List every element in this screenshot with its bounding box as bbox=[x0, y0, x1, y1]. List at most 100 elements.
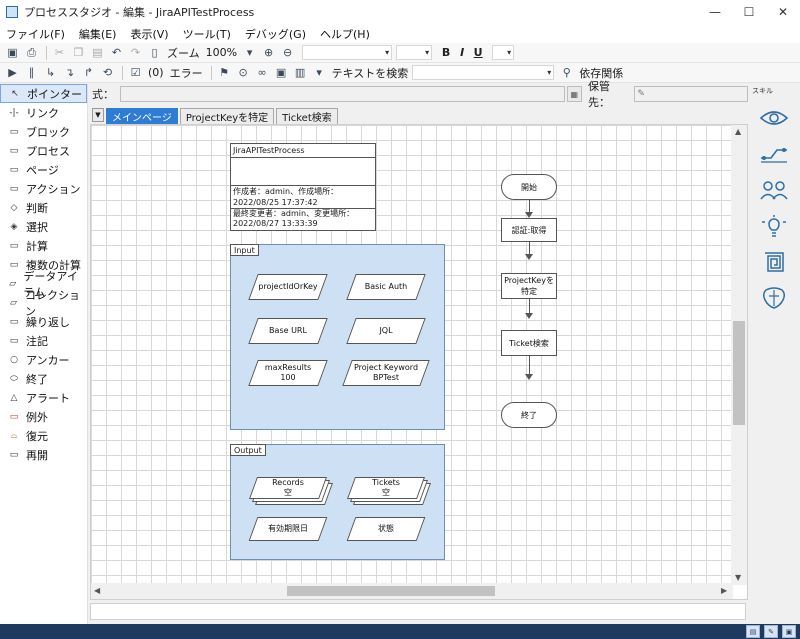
tool-pointer[interactable]: ↖ ポインター bbox=[0, 84, 87, 103]
flow-step-project-key[interactable]: ProjectKeyを特定 bbox=[501, 273, 557, 299]
output-block[interactable]: Output Records 空 Tickets 空 有効期限日 状態 bbox=[230, 444, 445, 560]
diagram-canvas[interactable]: JiraAPITestProcess 作成者：admin、作成場所： 2022/… bbox=[90, 124, 748, 600]
run-icon[interactable]: ▶ bbox=[4, 65, 21, 81]
undo-icon[interactable]: ↶ bbox=[108, 45, 125, 61]
tool-page[interactable]: ▭ ページ bbox=[0, 160, 87, 179]
step-icon[interactable]: ↳ bbox=[42, 65, 59, 81]
tool-recover[interactable]: ⌓ 復元 bbox=[0, 426, 87, 445]
menu-view[interactable]: 表示(V) bbox=[130, 26, 168, 42]
tool-note[interactable]: ▭ 注記 bbox=[0, 331, 87, 350]
collection-records[interactable]: Records 空 bbox=[248, 477, 334, 505]
underline-button[interactable]: U bbox=[470, 46, 486, 59]
data-item-project-keyword[interactable]: Project Keyword BPTest bbox=[342, 360, 430, 386]
data-item-status[interactable]: 状態 bbox=[346, 517, 426, 541]
window-icon[interactable]: ▣ bbox=[273, 65, 290, 81]
reset-icon[interactable]: ⟲ bbox=[99, 65, 116, 81]
font-family-select[interactable]: ▾ bbox=[302, 45, 393, 60]
lightbulb-icon[interactable] bbox=[758, 212, 790, 240]
data-item-max-results[interactable]: maxResults 100 bbox=[248, 360, 328, 386]
save-icon[interactable]: ▣ bbox=[4, 45, 21, 61]
watch-icon[interactable]: ⊙ bbox=[235, 65, 252, 81]
flow-link[interactable] bbox=[529, 356, 530, 376]
collection-tickets[interactable]: Tickets 空 bbox=[346, 477, 432, 505]
menu-tools[interactable]: ツール(T) bbox=[183, 26, 231, 42]
edit-icon[interactable]: ✎ bbox=[764, 625, 778, 638]
data-item-jql[interactable]: JQL bbox=[346, 318, 426, 344]
tool-anchor[interactable]: ○ アンカー bbox=[0, 350, 87, 369]
color-select[interactable]: ▾ bbox=[492, 45, 515, 60]
scroll-right-icon[interactable]: ▶ bbox=[721, 586, 727, 595]
menu-file[interactable]: ファイル(F) bbox=[6, 26, 65, 42]
input-block[interactable]: Input projectIdOrKey Basic Auth Base URL… bbox=[230, 244, 445, 430]
tab-main-page[interactable]: メインページ bbox=[106, 108, 178, 124]
copy-icon[interactable]: ❐ bbox=[70, 45, 87, 61]
eye-icon[interactable] bbox=[758, 104, 790, 132]
tool-process[interactable]: ▭ プロセス bbox=[0, 141, 87, 160]
settings-icon[interactable]: ▣ bbox=[782, 625, 796, 638]
tool-collection[interactable]: ▱ コレクション bbox=[0, 289, 87, 318]
tool-block[interactable]: ▭ ブロック bbox=[0, 122, 87, 141]
spiral-icon[interactable] bbox=[758, 248, 790, 276]
flow-end[interactable]: 終了 bbox=[501, 402, 557, 428]
store-input[interactable]: ✎ bbox=[634, 86, 748, 102]
flow-start[interactable]: 開始 bbox=[501, 174, 557, 200]
print-icon[interactable]: ⎙ bbox=[23, 45, 40, 61]
tool-action[interactable]: ▭ アクション bbox=[0, 179, 87, 198]
people-icon[interactable] bbox=[758, 176, 790, 204]
process-icon[interactable]: ▤ bbox=[746, 625, 760, 638]
calculator-icon[interactable]: ▦ bbox=[566, 86, 582, 102]
tool-calculation[interactable]: ▭ 計算 bbox=[0, 236, 87, 255]
scroll-up-icon[interactable]: ▲ bbox=[735, 127, 741, 136]
tool-alert[interactable]: △ アラート bbox=[0, 388, 87, 407]
tab-dropdown-icon[interactable]: ▼ bbox=[92, 108, 104, 122]
panel-icon[interactable]: ▥ bbox=[292, 65, 309, 81]
menu-edit[interactable]: 編集(E) bbox=[79, 26, 117, 42]
data-item-expiry-date[interactable]: 有効期限日 bbox=[248, 517, 328, 541]
tool-end[interactable]: ⬭ 終了 bbox=[0, 369, 87, 388]
tool-exception[interactable]: ▭ 例外 bbox=[0, 407, 87, 426]
pause-icon[interactable]: ∥ bbox=[23, 65, 40, 81]
process-info-box[interactable]: JiraAPITestProcess 作成者：admin、作成場所： 2022/… bbox=[230, 143, 376, 231]
menu-help[interactable]: ヘルプ(H) bbox=[320, 26, 370, 42]
tool-resume[interactable]: ▭ 再開 bbox=[0, 445, 87, 464]
zoom-dropdown-icon[interactable]: ▾ bbox=[241, 45, 258, 61]
search-input[interactable]: ▾ bbox=[412, 65, 555, 80]
redo-icon[interactable]: ↷ bbox=[127, 45, 144, 61]
minimize-button[interactable]: — bbox=[698, 0, 732, 24]
font-size-select[interactable]: ▾ bbox=[396, 45, 433, 60]
expression-input[interactable] bbox=[120, 86, 565, 102]
data-item-basic-auth[interactable]: Basic Auth bbox=[346, 274, 426, 300]
tab-ticket-search[interactable]: Ticket検索 bbox=[276, 108, 338, 124]
tool-choice[interactable]: ◈ 選択 bbox=[0, 217, 87, 236]
vertical-scrollbar[interactable]: ▲ ▼ bbox=[731, 125, 747, 585]
page-icon[interactable]: ▯ bbox=[146, 45, 163, 61]
step-over-icon[interactable]: ↴ bbox=[61, 65, 78, 81]
maximize-button[interactable]: ☐ bbox=[732, 0, 766, 24]
italic-button[interactable]: I bbox=[454, 46, 470, 59]
bold-button[interactable]: B bbox=[438, 46, 454, 59]
tab-project-key[interactable]: ProjectKeyを特定 bbox=[179, 108, 275, 124]
tool-decision[interactable]: ◇ 判断 bbox=[0, 198, 87, 217]
step-out-icon[interactable]: ↱ bbox=[80, 65, 97, 81]
binoculars-icon[interactable]: ∞ bbox=[254, 65, 271, 81]
menu-debug[interactable]: デバッグ(G) bbox=[245, 26, 306, 42]
flow-step-ticket-search[interactable]: Ticket検索 bbox=[501, 330, 557, 356]
brain-icon[interactable] bbox=[758, 284, 790, 312]
close-button[interactable]: ✕ bbox=[766, 0, 800, 24]
horizontal-scroll-thumb[interactable] bbox=[287, 586, 495, 596]
vertical-scroll-thumb[interactable] bbox=[733, 321, 745, 425]
scroll-left-icon[interactable]: ◀ bbox=[94, 586, 100, 595]
zoom-value[interactable]: 100% bbox=[206, 46, 237, 59]
canvas-grid[interactable]: JiraAPITestProcess 作成者：admin、作成場所： 2022/… bbox=[91, 125, 733, 585]
search-icon[interactable]: ⚲ bbox=[558, 65, 575, 81]
zoom-in-icon[interactable]: ⊕ bbox=[260, 45, 277, 61]
horizontal-scrollbar[interactable]: ◀ ▶ bbox=[91, 583, 733, 599]
scroll-down-icon[interactable]: ▼ bbox=[735, 573, 741, 582]
error-label[interactable]: エラー bbox=[170, 65, 203, 81]
validate-icon[interactable]: ☑ bbox=[127, 65, 144, 81]
data-item-base-url[interactable]: Base URL bbox=[248, 318, 328, 344]
connector-icon[interactable] bbox=[758, 140, 790, 168]
tool-link[interactable]: -|- リンク bbox=[0, 103, 87, 122]
chevron-down-icon[interactable]: ▾ bbox=[311, 65, 328, 81]
flag-icon[interactable]: ⚑ bbox=[216, 65, 233, 81]
